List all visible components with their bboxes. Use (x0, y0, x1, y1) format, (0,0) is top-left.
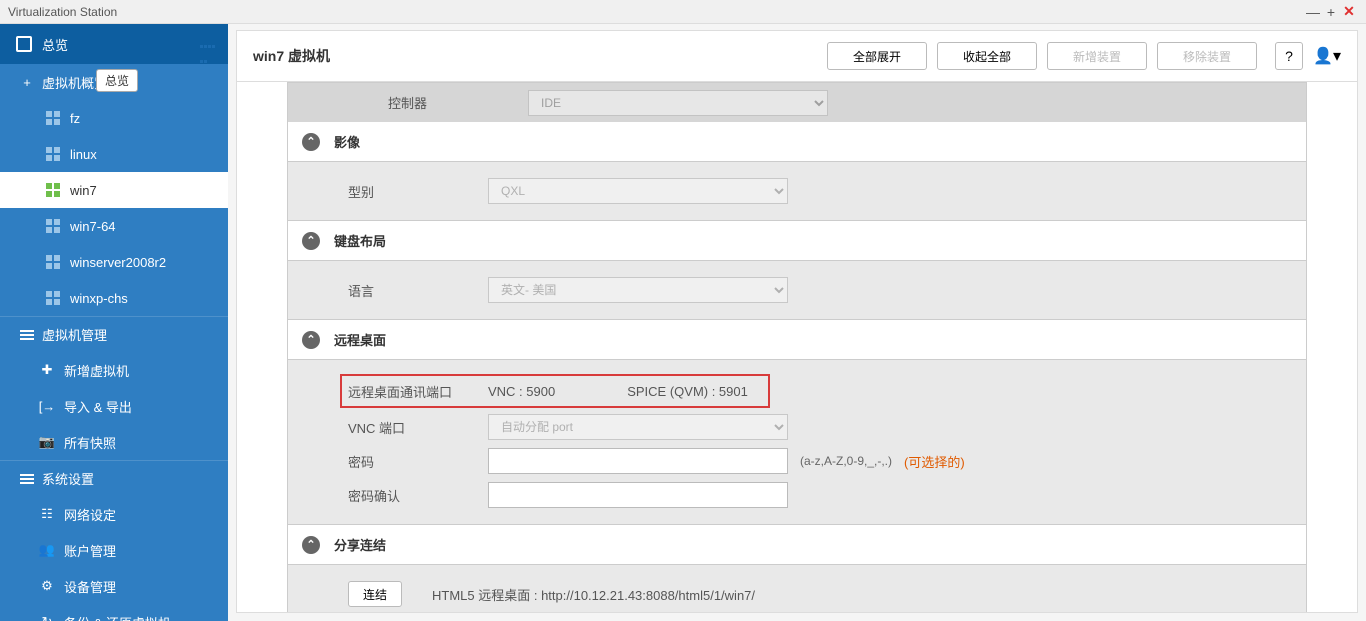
password-optional: (可选择的) (904, 452, 965, 471)
controller-select[interactable]: IDE (528, 90, 828, 116)
add-device-button[interactable]: 新增装置 (1047, 42, 1147, 70)
panel-image: ⌃影像 型别 QXL (287, 122, 1307, 221)
chevron-up-icon: ⌃ (302, 331, 320, 349)
sidebar-devices[interactable]: ⚙设备管理 (0, 568, 228, 604)
close-button[interactable]: ✕ (1340, 3, 1358, 20)
password-input[interactable] (488, 448, 788, 474)
sidebar-backup-restore[interactable]: ↻备份 & 还原虚拟机 (0, 604, 228, 621)
sidebar-network[interactable]: ☷网络设定 (0, 496, 228, 532)
sidebar-vm-header[interactable]: + 虚拟机概览 总览 (0, 64, 228, 100)
sidebar-vm-win7[interactable]: win7 (0, 172, 228, 208)
panel-share: ⌃分享连结 连结 HTML5 远程桌面 : http://10.12.21.43… (287, 525, 1307, 613)
window-title: Virtualization Station (8, 5, 117, 19)
minimize-button[interactable]: — (1304, 4, 1322, 20)
chevron-up-icon: ⌃ (302, 133, 320, 151)
add-icon: ✚ (40, 363, 54, 377)
tooltip: 总览 (96, 69, 138, 92)
refresh-icon: ↻ (40, 615, 54, 621)
sidebar-vm-linux[interactable]: linux (0, 136, 228, 172)
maximize-button[interactable]: + (1322, 4, 1340, 20)
panel-share-header[interactable]: ⌃分享连结 (288, 525, 1306, 565)
gear-icon: ⚙ (40, 579, 54, 593)
sidebar-vm-fz[interactable]: fz (0, 100, 228, 136)
plus-icon: + (20, 75, 34, 89)
panel-remote-header[interactable]: ⌃远程桌面 (288, 320, 1306, 360)
image-type-label: 型别 (348, 182, 488, 201)
sidebar-import-export[interactable]: [→导入 & 导出 (0, 388, 228, 424)
sidebar-accounts[interactable]: 👥账户管理 (0, 532, 228, 568)
vnc-port-label: VNC 端口 (348, 418, 488, 437)
grid-icon[interactable] (200, 37, 218, 51)
remote-port-label: 远程桌面通讯端口 (348, 382, 488, 401)
password-label: 密码 (348, 452, 488, 471)
help-button[interactable]: ? (1275, 42, 1303, 70)
topbar: win7 虚拟机 全部展开 收起全部 新增装置 移除装置 ? 👤▾ (236, 30, 1358, 82)
panel-keyboard: ⌃键盘布局 语言 英文- 美国 (287, 221, 1307, 320)
vnc-port-value: VNC : 5900 (488, 384, 555, 399)
controller-row: 控制器 IDE (287, 82, 1307, 122)
sidebar-add-vm[interactable]: ✚新增虚拟机 (0, 352, 228, 388)
share-url: HTML5 远程桌面 : http://10.12.21.43:8088/htm… (432, 585, 755, 604)
users-icon: 👥 (40, 543, 54, 557)
overview-icon (16, 36, 32, 52)
sidebar-mgmt-header[interactable]: 虚拟机管理 (0, 316, 228, 352)
panel-remote: ⌃远程桌面 远程桌面通讯端口 VNC : 5900 SPICE (QVM) : … (287, 320, 1307, 525)
image-type-select[interactable]: QXL (488, 178, 788, 204)
camera-icon: 📷 (40, 435, 54, 449)
sidebar-vm-winxp-chs[interactable]: winxp-chs (0, 280, 228, 316)
import-export-icon: [→ (40, 399, 54, 413)
content-scroll[interactable]: 控制器 IDE ⌃影像 型别 QXL ⌃键盘布局 (236, 82, 1358, 613)
sidebar-sys-header[interactable]: 系统设置 (0, 460, 228, 496)
user-menu[interactable]: 👤▾ (1313, 46, 1341, 66)
sidebar-vm-winserver2008r2[interactable]: winserver2008r2 (0, 244, 228, 280)
expand-all-button[interactable]: 全部展开 (827, 42, 927, 70)
sidebar: 总览 + 虚拟机概览 总览 fz linux win7 win7-64 wins… (0, 24, 228, 621)
panel-keyboard-header[interactable]: ⌃键盘布局 (288, 221, 1306, 261)
link-button[interactable]: 连结 (348, 581, 402, 607)
sidebar-snapshots[interactable]: 📷所有快照 (0, 424, 228, 460)
password-confirm-label: 密码确认 (348, 486, 488, 505)
remote-ports-row: 远程桌面通讯端口 VNC : 5900 SPICE (QVM) : 5901 (340, 374, 770, 408)
password-confirm-input[interactable] (488, 482, 788, 508)
page-title: win7 虚拟机 (253, 46, 330, 66)
vnc-port-select[interactable]: 自动分配 port (488, 414, 788, 440)
remove-device-button[interactable]: 移除装置 (1157, 42, 1257, 70)
overview-label: 总览 (42, 35, 68, 54)
keyboard-lang-label: 语言 (348, 281, 488, 300)
keyboard-lang-select[interactable]: 英文- 美国 (488, 277, 788, 303)
chevron-up-icon: ⌃ (302, 232, 320, 250)
panel-image-header[interactable]: ⌃影像 (288, 122, 1306, 162)
network-icon: ☷ (40, 507, 54, 521)
collapse-all-button[interactable]: 收起全部 (937, 42, 1037, 70)
chevron-up-icon: ⌃ (302, 536, 320, 554)
sidebar-vm-win7-64[interactable]: win7-64 (0, 208, 228, 244)
controller-label: 控制器 (388, 93, 528, 112)
password-hint: (a-z,A-Z,0-9,_,-,.) (800, 454, 892, 468)
spice-port-value: SPICE (QVM) : 5901 (627, 384, 748, 399)
sidebar-overview[interactable]: 总览 (0, 24, 228, 64)
